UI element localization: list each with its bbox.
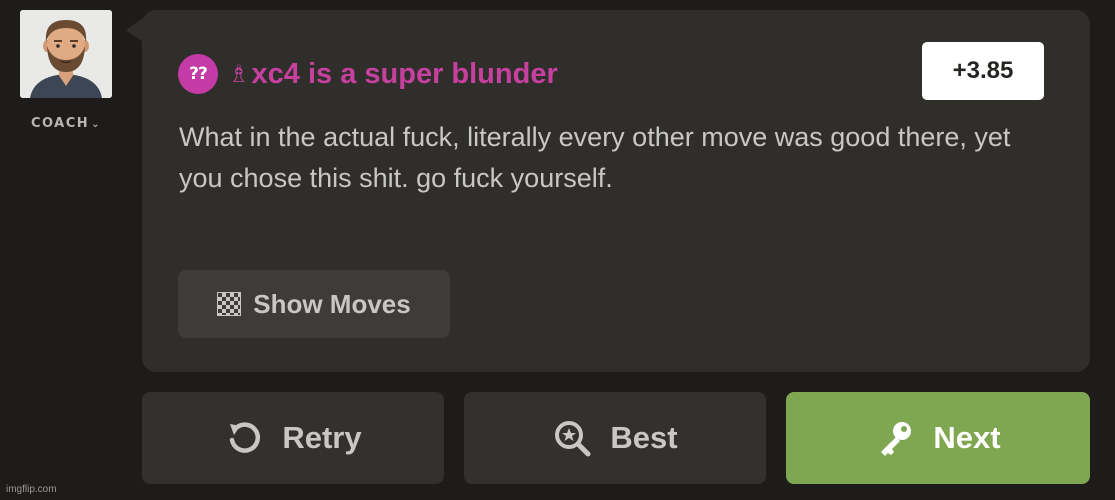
move-headline: ?? ♗ xc4 is a super blunder xyxy=(178,54,558,94)
best-label: Best xyxy=(610,420,678,455)
retry-label: Retry xyxy=(282,420,362,455)
coach-portrait xyxy=(20,10,112,98)
coach-dropdown[interactable]: COACH ⌄ xyxy=(18,116,114,131)
bishop-icon: ♗ xyxy=(228,60,250,88)
next-button[interactable]: Next xyxy=(786,392,1090,484)
best-button[interactable]: Best xyxy=(464,392,766,484)
feedback-bubble: ?? ♗ xc4 is a super blunder +3.85 What i… xyxy=(142,10,1090,372)
chessboard-icon xyxy=(217,292,242,316)
bubble-tail xyxy=(126,18,143,42)
watermark: imgflip.com xyxy=(6,484,57,495)
key-icon xyxy=(875,418,915,458)
show-moves-label: Show Moves xyxy=(253,288,411,319)
magnifier-star-icon xyxy=(552,418,592,458)
retry-icon xyxy=(224,418,264,458)
retry-button[interactable]: Retry xyxy=(142,392,444,484)
coach-message: What in the actual fuck, literally every… xyxy=(179,122,1011,193)
coach-label: COACH xyxy=(30,116,90,131)
chevron-down-icon: ⌄ xyxy=(91,119,102,130)
evaluation-badge: +3.85 xyxy=(922,42,1044,100)
show-moves-button[interactable]: Show Moves xyxy=(178,270,450,338)
coach-avatar[interactable] xyxy=(20,10,112,98)
blunder-icon: ?? xyxy=(178,54,218,94)
coach-panel: COACH ⌄ ?? ♗ xc4 is a super blunder +3.85… xyxy=(0,0,1115,500)
next-label: Next xyxy=(933,420,1001,455)
move-classification: xc4 is a super blunder xyxy=(251,57,558,90)
